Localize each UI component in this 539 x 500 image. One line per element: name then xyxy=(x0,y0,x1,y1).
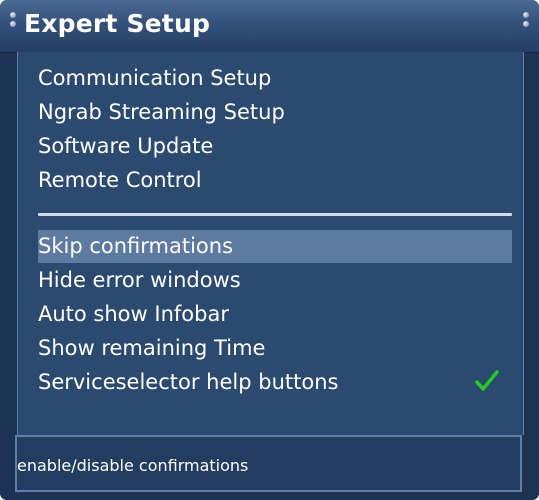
title-grip-left-icon xyxy=(10,12,16,38)
menu-panel: Communication Setup Ngrab Streaming Setu… xyxy=(17,52,524,435)
menu-item-label: Remote Control xyxy=(38,168,202,192)
toggle-label: Auto show Infobar xyxy=(38,302,229,326)
checkmark-icon xyxy=(475,370,499,391)
toggle-serviceselector-help-buttons[interactable]: Serviceselector help buttons xyxy=(38,366,512,399)
toggle-label: Show remaining Time xyxy=(38,336,266,360)
help-bar: enable/disable confirmations xyxy=(15,435,522,492)
menu-item-remote-control[interactable]: Remote Control xyxy=(38,164,512,197)
toggle-auto-show-infobar[interactable]: Auto show Infobar xyxy=(38,298,512,331)
toggle-label: Serviceselector help buttons xyxy=(38,370,339,394)
expert-setup-window: Expert Setup Communication Setup Ngrab S… xyxy=(0,0,539,500)
title-grip-right-icon xyxy=(523,12,529,38)
menu-item-ngrab-streaming-setup[interactable]: Ngrab Streaming Setup xyxy=(38,96,512,129)
toggle-skip-confirmations[interactable]: Skip confirmations xyxy=(38,230,512,263)
title-bar: Expert Setup xyxy=(0,0,539,53)
menu-item-label: Ngrab Streaming Setup xyxy=(38,100,285,124)
toggle-label: Skip confirmations xyxy=(38,234,234,258)
menu-item-communication-setup[interactable]: Communication Setup xyxy=(38,62,512,95)
help-text: enable/disable confirmations xyxy=(17,456,249,475)
bottom-border xyxy=(0,492,539,500)
menu-separator xyxy=(38,213,512,216)
toggle-hide-error-windows[interactable]: Hide error windows xyxy=(38,264,512,297)
menu-item-label: Communication Setup xyxy=(38,66,272,90)
menu-item-software-update[interactable]: Software Update xyxy=(38,130,512,163)
menu-item-label: Software Update xyxy=(38,134,214,158)
toggle-label: Hide error windows xyxy=(38,268,241,292)
toggle-show-remaining-time[interactable]: Show remaining Time xyxy=(38,332,512,365)
window-title: Expert Setup xyxy=(24,9,211,38)
